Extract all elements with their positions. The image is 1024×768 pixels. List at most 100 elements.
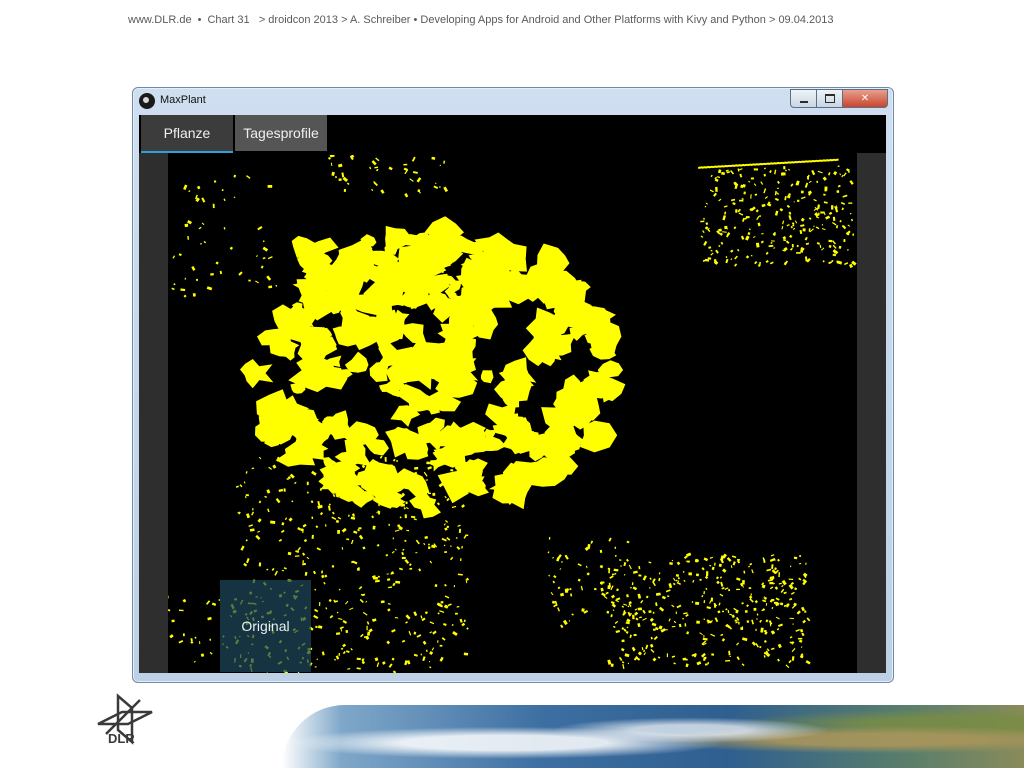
plant-speckle — [213, 180, 217, 183]
plant-speckle — [769, 575, 775, 580]
plant-speckle — [751, 641, 757, 646]
plant-speckle — [833, 171, 838, 176]
plant-speckle — [366, 631, 371, 636]
plant-speckle — [732, 561, 736, 566]
plant-speckle — [746, 604, 749, 608]
plant-speckle — [717, 176, 721, 179]
plant-speckle — [802, 619, 806, 624]
plant-speckle — [767, 579, 773, 582]
plant-speckle — [751, 569, 754, 574]
plant-speckle — [372, 618, 377, 622]
plant-speckle — [822, 260, 825, 263]
plant-speckle — [769, 581, 774, 585]
plant-speckle — [339, 626, 344, 630]
plant-speckle — [813, 159, 818, 163]
plant-speckle — [436, 502, 440, 506]
plant-speckle — [763, 655, 766, 658]
plant-speckle — [720, 241, 724, 245]
plant-speckle — [376, 662, 380, 667]
plant-speckle — [358, 586, 363, 590]
plant-speckle — [206, 286, 213, 291]
minimize-button[interactable] — [790, 89, 817, 108]
tab-tagesprofile[interactable]: Tagesprofile — [235, 115, 327, 151]
plant-speckle — [434, 584, 438, 588]
plant-speckle — [256, 255, 258, 258]
plant-speckle — [311, 516, 314, 520]
plant-speckle — [336, 611, 339, 614]
plant-speckle — [804, 610, 807, 613]
plant-speckle — [759, 645, 762, 649]
plant-speckle — [786, 224, 790, 227]
header-breadcrumb: > droidcon 2013 > A. Schreiber • Develop… — [258, 14, 834, 26]
plant-speckle — [456, 605, 460, 608]
plant-speckle — [606, 610, 610, 614]
plant-speckle — [444, 495, 447, 499]
window-titlebar[interactable]: MaxPlant ✕ — [133, 88, 893, 114]
plant-speckle — [610, 614, 613, 618]
plant-speckle — [741, 602, 744, 605]
plant-speckle — [703, 600, 706, 604]
plant-speckle — [587, 543, 591, 549]
plant-speckle — [726, 164, 731, 168]
plant-speckle — [570, 593, 573, 597]
plant-speckle — [785, 240, 790, 244]
plant-speckle — [672, 577, 676, 581]
plant-speckle — [310, 500, 314, 504]
plant-speckle — [221, 189, 224, 192]
plant-speckle — [741, 217, 746, 222]
plant-speckle — [672, 582, 676, 586]
tab-pflanze[interactable]: Pflanze — [141, 115, 233, 153]
plant-speckle — [784, 196, 787, 201]
plant-speckle — [248, 524, 253, 527]
plant-speckle — [463, 652, 469, 656]
plant-speckle — [749, 562, 753, 566]
plant-speckle — [834, 207, 839, 213]
close-button[interactable]: ✕ — [842, 89, 888, 108]
plant-speckle — [623, 573, 626, 576]
plant-speckle — [637, 622, 641, 628]
plant-speckle — [601, 592, 606, 597]
plant-speckle — [405, 506, 409, 510]
plant-speckle — [429, 651, 434, 656]
plant-speckle — [331, 171, 335, 176]
plant-speckle — [198, 226, 202, 230]
plant-speckle — [685, 613, 689, 617]
plant-speckle — [313, 614, 319, 620]
plant-speckle — [849, 180, 854, 185]
plant-speckle — [703, 656, 706, 661]
plant-speckle — [371, 160, 377, 166]
plant-speckle — [771, 606, 774, 610]
plant-speckle — [695, 601, 700, 605]
plant-speckle — [323, 581, 326, 585]
plant-speckle — [734, 255, 738, 260]
plant-speckle — [783, 239, 787, 242]
plant-speckle — [748, 180, 751, 183]
plant-speckle — [403, 507, 406, 510]
plant-speckle — [788, 578, 794, 581]
plant-speckle — [698, 166, 703, 169]
original-button[interactable]: Original — [220, 580, 311, 672]
plant-speckle — [741, 198, 744, 201]
plant-speckle — [356, 567, 360, 571]
plant-speckle — [734, 263, 738, 267]
plant-speckle — [404, 192, 409, 198]
plant-speckle — [358, 534, 364, 540]
plant-speckle — [753, 607, 757, 611]
plant-speckle — [771, 564, 774, 569]
plant-speckle — [324, 574, 328, 578]
plant-speckle — [831, 259, 834, 263]
plant-speckle — [281, 522, 285, 526]
plant-speckle — [821, 247, 825, 251]
plant-speckle — [333, 658, 337, 661]
plant-speckle — [284, 517, 288, 521]
plant-speckle — [836, 260, 843, 265]
plant-speckle — [758, 261, 761, 266]
plant-speckle — [707, 661, 709, 665]
plant-speckle — [626, 540, 630, 544]
plant-speckle — [594, 587, 597, 591]
plant-speckle — [701, 594, 704, 598]
plant-speckle — [240, 545, 245, 551]
plant-speckle — [350, 647, 353, 651]
plant-speckle — [627, 662, 629, 665]
maximize-button[interactable] — [816, 89, 843, 108]
